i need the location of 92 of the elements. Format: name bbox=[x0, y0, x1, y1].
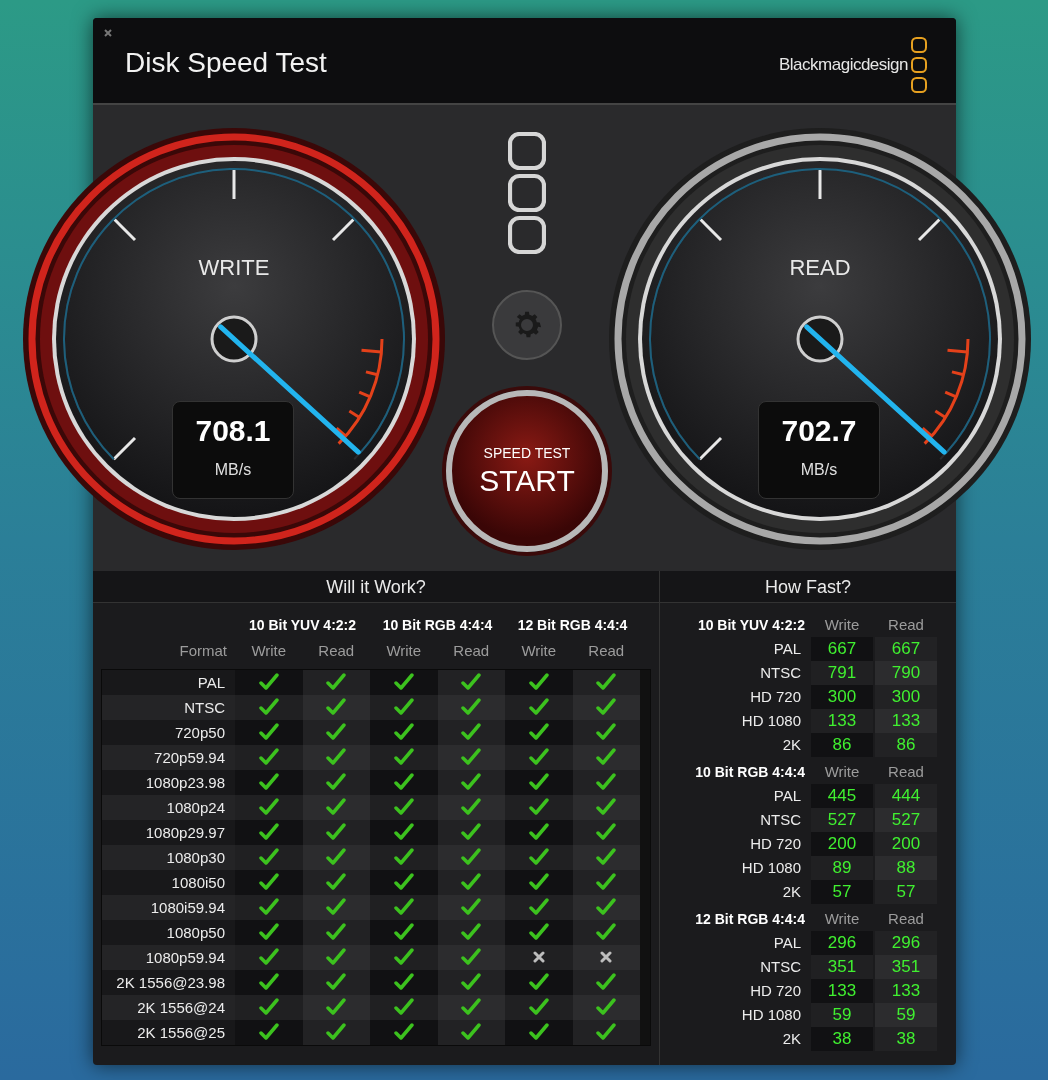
table-cell: 1080i50 bbox=[102, 869, 235, 895]
table-cell: 351 bbox=[875, 955, 937, 979]
format-label: HD 720 bbox=[749, 687, 802, 707]
table-cell: 300 bbox=[875, 685, 937, 709]
format-label: HD 1080 bbox=[740, 711, 802, 731]
column-header: Write bbox=[823, 614, 861, 635]
table-cell: 667 bbox=[811, 637, 873, 661]
table-cell: 38 bbox=[875, 1027, 937, 1051]
table-cell: 57 bbox=[875, 880, 937, 904]
table-cell: 1080i59.94 bbox=[102, 894, 235, 920]
format-label: HD 720 bbox=[749, 981, 802, 1001]
gauge-label: READ bbox=[788, 254, 852, 282]
table-cell: 296 bbox=[875, 931, 937, 955]
table-cell: 300 bbox=[811, 685, 873, 709]
table-cell: 59 bbox=[811, 1003, 873, 1027]
table-cell: 444 bbox=[875, 784, 937, 808]
format-label: PAL bbox=[772, 786, 802, 806]
column-header: Read bbox=[452, 641, 491, 661]
table-cell: 296 bbox=[811, 931, 873, 955]
table-cell: PAL bbox=[102, 669, 235, 695]
column-header: Write bbox=[250, 641, 288, 661]
format-label: HD 720 bbox=[749, 834, 802, 854]
column-header: Format bbox=[178, 641, 228, 661]
table-cell: 1080p50 bbox=[102, 919, 235, 945]
table-cell: 88 bbox=[875, 856, 937, 880]
format-label: 2K bbox=[781, 1029, 802, 1049]
window-title: Disk Speed Test bbox=[125, 46, 327, 80]
column-header: Write bbox=[823, 908, 861, 929]
speed-unit: MB/s bbox=[214, 462, 252, 478]
speed-value: 708.1 bbox=[195, 416, 271, 446]
group-header: 12 Bit RGB 4:4:4 bbox=[694, 909, 806, 929]
panel-header: Will it Work? bbox=[93, 571, 659, 603]
column-group-header: 10 Bit RGB 4:4:4 bbox=[381, 616, 494, 635]
format-label: HD 1080 bbox=[740, 858, 802, 878]
panel-header: How Fast? bbox=[660, 571, 956, 603]
format-label: NTSC bbox=[759, 810, 802, 830]
table-cell: 527 bbox=[875, 808, 937, 832]
logo-icon bbox=[910, 36, 928, 94]
column-header: Read bbox=[887, 761, 925, 782]
table-cell: 1080p29.97 bbox=[102, 819, 235, 845]
format-label: PAL bbox=[772, 933, 802, 953]
table-cell: 86 bbox=[875, 733, 937, 757]
table-cell: 86 bbox=[811, 733, 873, 757]
column-header: Write bbox=[385, 641, 423, 661]
column-header: Read bbox=[887, 908, 925, 929]
table-cell: 2K 1556@23.98 bbox=[102, 969, 235, 995]
table-cell: 351 bbox=[811, 955, 873, 979]
speed-value: 702.7 bbox=[781, 416, 857, 446]
column-group-header: 10 Bit YUV 4:2:2 bbox=[247, 616, 358, 635]
table-cell: 57 bbox=[811, 880, 873, 904]
format-label: HD 1080 bbox=[740, 1005, 802, 1025]
format-label: 2K bbox=[781, 882, 802, 902]
format-label: 2K bbox=[781, 735, 802, 755]
table-cell: 667 bbox=[875, 637, 937, 661]
table-cell: 1080p23.98 bbox=[102, 769, 235, 795]
table-cell: 1080p30 bbox=[102, 844, 235, 870]
table-cell: 720p50 bbox=[102, 719, 235, 745]
table-cell: 133 bbox=[811, 979, 873, 1003]
table-cell: 527 bbox=[811, 808, 873, 832]
group-header: 10 Bit YUV 4:2:2 bbox=[696, 615, 806, 635]
table-cell: 2K 1556@25 bbox=[102, 1019, 235, 1045]
table-cell: 1080p24 bbox=[102, 794, 235, 820]
format-label: PAL bbox=[772, 639, 802, 659]
table-cell: 2K 1556@24 bbox=[102, 994, 235, 1020]
column-header: Write bbox=[520, 641, 558, 661]
logo-icon bbox=[508, 132, 546, 254]
table-cell: 133 bbox=[875, 709, 937, 733]
brand-name: Blackmagicdesign bbox=[779, 54, 908, 77]
table-cell: 790 bbox=[875, 661, 937, 685]
column-header: Read bbox=[587, 641, 626, 661]
column-header: Write bbox=[823, 761, 861, 782]
speed-unit: MB/s bbox=[800, 462, 838, 478]
table-cell: 200 bbox=[811, 832, 873, 856]
format-label: NTSC bbox=[759, 957, 802, 977]
column-header: Read bbox=[317, 641, 356, 661]
table-cell: 38 bbox=[811, 1027, 873, 1051]
group-header: 10 Bit RGB 4:4:4 bbox=[694, 762, 806, 782]
table-cell: NTSC bbox=[102, 694, 235, 720]
column-group-header: 12 Bit RGB 4:4:4 bbox=[516, 616, 629, 635]
column-header: Read bbox=[887, 614, 925, 635]
close-icon[interactable] bbox=[103, 28, 113, 38]
table-cell: 445 bbox=[811, 784, 873, 808]
format-label: NTSC bbox=[759, 663, 802, 683]
table-cell: 133 bbox=[875, 979, 937, 1003]
gauge-label: WRITE bbox=[197, 254, 271, 282]
table-cell: 89 bbox=[811, 856, 873, 880]
table-cell: 1080p59.94 bbox=[102, 944, 235, 970]
table-cell: 59 bbox=[875, 1003, 937, 1027]
table-cell: 200 bbox=[875, 832, 937, 856]
table-cell: 720p59.94 bbox=[102, 744, 235, 770]
table-cell: 791 bbox=[811, 661, 873, 685]
table-cell: 133 bbox=[811, 709, 873, 733]
